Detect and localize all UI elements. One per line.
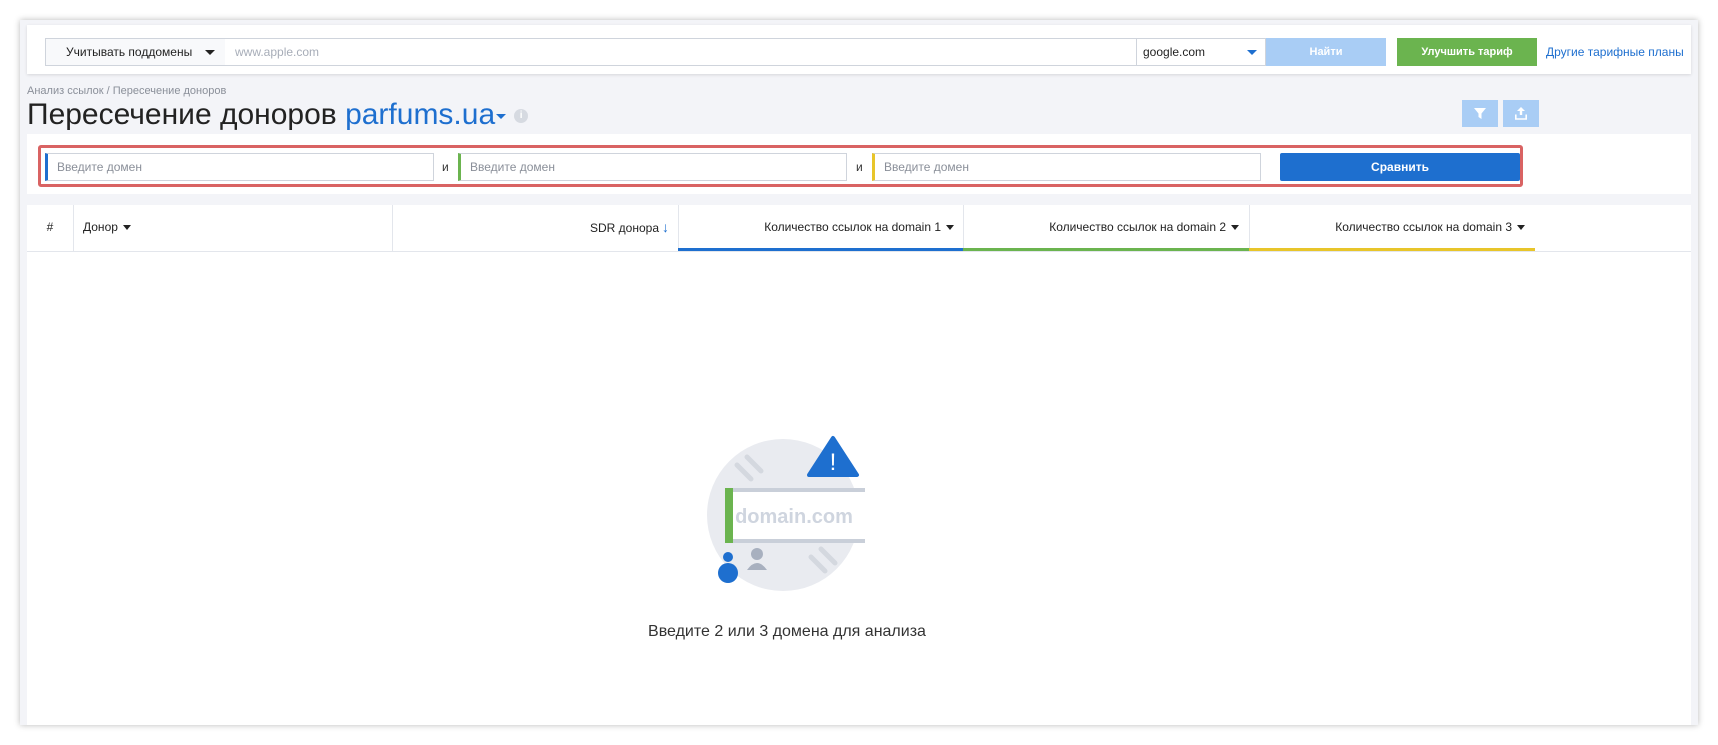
info-icon[interactable]: i (514, 109, 529, 124)
empty-state-illustration: domain.com ! (707, 436, 865, 591)
find-button[interactable]: Найти (1266, 38, 1386, 66)
compare-button[interactable]: Сравнить (1280, 153, 1520, 181)
results-table: # Донор SDR донора ↓ Количество ссылок на… (27, 205, 1691, 725)
domain-1-color-bar (678, 248, 963, 251)
app-window: Учитывать поддомены google.com Найти Улу… (20, 20, 1698, 725)
filter-button[interactable] (1462, 100, 1498, 127)
column-links-domain-1[interactable]: Количество ссылок на domain 1 (678, 205, 954, 252)
column-donor[interactable]: Донор (83, 205, 131, 252)
sort-caret-icon (1517, 225, 1525, 231)
empty-state-message: Введите 2 или 3 домена для анализа (648, 623, 926, 640)
export-button[interactable] (1503, 100, 1539, 127)
column-sdr[interactable]: SDR донора ↓ (392, 205, 669, 252)
other-plans-link[interactable]: Другие тарифные планы (1546, 45, 1684, 59)
domain-field-marker (725, 488, 733, 543)
chevron-down-icon (496, 113, 507, 119)
sort-caret-icon (946, 225, 954, 231)
domain-2-color-bar (963, 248, 1249, 251)
sort-caret-icon (122, 225, 131, 231)
table-header: # Донор SDR донора ↓ Количество ссылок на… (27, 205, 1691, 252)
page-title-text: Пересечение доноров (27, 98, 337, 131)
upgrade-plan-button[interactable]: Улучшить тариф (1397, 38, 1537, 66)
page-title: Пересечение доноров parfums.ua i (27, 98, 529, 132)
domain-3-color-bar (1249, 248, 1535, 251)
domain-input-2[interactable] (458, 153, 847, 181)
domain-name: parfums.ua (345, 98, 496, 131)
and-label: и (442, 160, 449, 174)
search-bar: Учитывать поддомены google.com Найти Улу… (27, 25, 1691, 74)
and-label: и (856, 160, 863, 174)
illustration-domain-label: domain.com (735, 506, 853, 528)
chevron-down-icon (205, 50, 215, 55)
domain-selector[interactable]: parfums.ua (345, 98, 507, 131)
subdomain-select[interactable]: Учитывать поддомены (45, 38, 226, 66)
sort-caret-icon (1231, 225, 1239, 231)
export-icon (1515, 107, 1527, 120)
column-divider (73, 205, 74, 252)
subdomain-select-label: Учитывать поддомены (66, 45, 193, 59)
filter-icon (1474, 107, 1486, 119)
sort-desc-arrow-icon: ↓ (662, 219, 669, 235)
search-engine-label: google.com (1143, 45, 1206, 59)
search-engine-select[interactable]: google.com (1136, 38, 1266, 66)
column-index: # (46, 220, 54, 234)
domain-input-1[interactable] (45, 153, 434, 181)
column-links-domain-2[interactable]: Количество ссылок на domain 2 (963, 205, 1239, 252)
warning-mark: ! (830, 449, 837, 476)
chevron-down-icon (1247, 50, 1257, 55)
breadcrumb: Анализ ссылок / Пересечение доноров (27, 85, 227, 97)
column-links-domain-3[interactable]: Количество ссылок на domain 3 (1249, 205, 1525, 252)
compare-inputs-highlight: и и Сравнить (38, 145, 1523, 187)
url-input[interactable] (225, 38, 1137, 66)
compare-panel: и и Сравнить (27, 134, 1691, 194)
domain-input-3[interactable] (872, 153, 1261, 181)
